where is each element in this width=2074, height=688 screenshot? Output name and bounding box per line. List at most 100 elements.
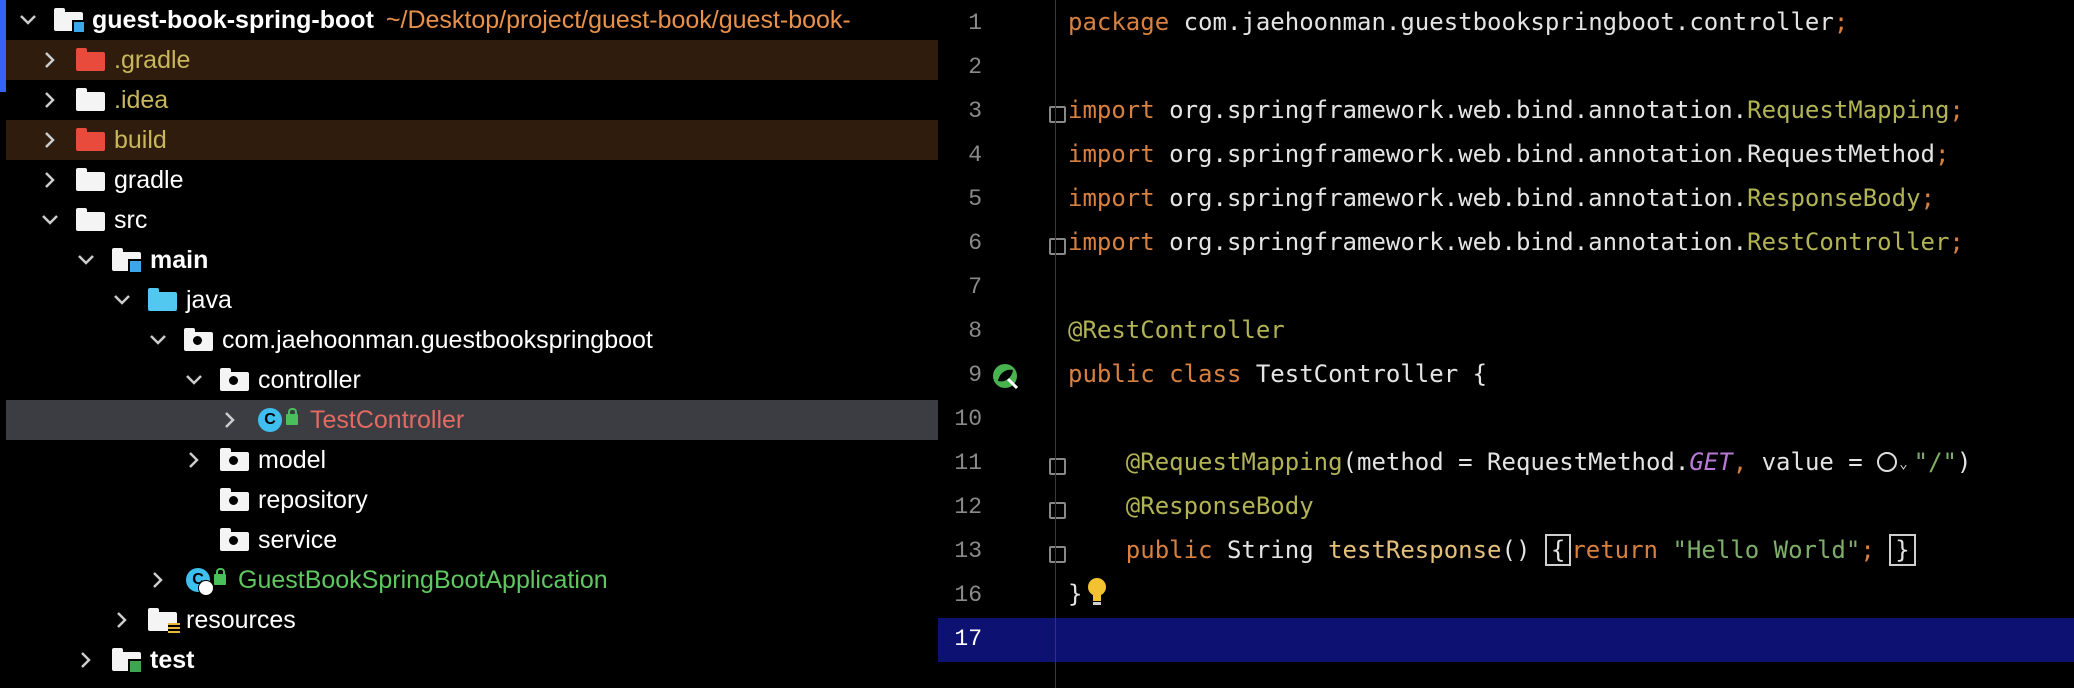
module-folder-icon (54, 8, 86, 34)
line-number: 10 (954, 406, 982, 432)
chevron-right-icon[interactable] (40, 90, 60, 110)
line-number: 3 (968, 98, 982, 124)
tree-item-src[interactable]: src (6, 200, 938, 240)
package-icon (220, 448, 250, 472)
chevron-down-icon[interactable] (40, 210, 60, 230)
code-line[interactable]: 8 @RestController (938, 310, 2074, 354)
code-line[interactable]: 4 import org.springframework.web.bind.an… (938, 134, 2074, 178)
fold-expand-icon[interactable] (1049, 546, 1066, 563)
chevron-right-icon[interactable] (40, 50, 60, 70)
import-class: RequestMethod (1747, 140, 1935, 168)
keyword: class (1169, 360, 1242, 388)
tree-item-gradle[interactable]: gradle (6, 160, 938, 200)
tree-item-service[interactable]: service (6, 520, 938, 560)
chevron-right-icon[interactable] (148, 570, 168, 590)
tree-item-root[interactable]: guest-book-spring-boot ~/Desktop/project… (6, 0, 938, 40)
chevron-right-icon[interactable] (40, 170, 60, 190)
code-line[interactable]: 11 @RequestMapping(method = RequestMetho… (938, 442, 2074, 486)
tree-item-java[interactable]: java (6, 280, 938, 320)
tree-item-root-package[interactable]: com.jaehoonman.guestbookspringboot (6, 320, 938, 360)
import-path: org.springframework.web.bind.annotation. (1169, 184, 1748, 212)
code-line[interactable]: 5 import org.springframework.web.bind.an… (938, 178, 2074, 222)
project-path: ~/Desktop/project/guest-book/guest-book- (385, 5, 851, 34)
fold-toggle-icon[interactable] (1049, 238, 1066, 255)
keyword: package (1068, 8, 1170, 36)
tree-item-main[interactable]: main (6, 240, 938, 280)
code-line[interactable]: 16 } (938, 574, 2074, 618)
chevron-down-icon[interactable]: ⌄ (1899, 456, 1907, 472)
spring-bean-gutter-icon[interactable] (990, 361, 1020, 391)
tree-item-idea[interactable]: .idea (6, 80, 938, 120)
chevron-right-icon[interactable] (76, 650, 96, 670)
code-line[interactable]: 3 import org.springframework.web.bind.an… (938, 90, 2074, 134)
chevron-down-icon[interactable] (18, 10, 38, 30)
chevron-down-icon[interactable] (184, 370, 204, 390)
chevron-right-icon[interactable] (220, 410, 240, 430)
tree-item-resources[interactable]: resources (6, 600, 938, 640)
globe-icon[interactable] (1877, 452, 1898, 472)
import-class: RestController (1747, 228, 1950, 256)
folded-brace[interactable]: } (1889, 534, 1916, 566)
spring-boot-class-icon: C (184, 568, 230, 596)
code-line[interactable]: 12 @ResponseBody (938, 486, 2074, 530)
resources-folder-icon (148, 608, 180, 635)
code-editor[interactable]: 1 package com.jaehoonman.guestbookspring… (938, 0, 2074, 688)
semicolon: ; (1920, 184, 1935, 212)
chevron-right-icon[interactable] (184, 450, 204, 470)
gutter-divider (1055, 0, 1056, 688)
folder-icon (76, 208, 106, 232)
keyword: import (1068, 228, 1155, 256)
import-class: ResponseBody (1747, 184, 1921, 212)
folder-excluded-icon (76, 48, 106, 72)
code-line[interactable]: 7 (938, 266, 2074, 310)
tree-item-label: .idea (114, 85, 169, 114)
folded-brace[interactable]: { (1544, 534, 1572, 566)
tree-item-application[interactable]: C GuestBookSpringBootApplication (6, 560, 938, 600)
keyword: import (1068, 184, 1155, 212)
tree-item-gradle-cache[interactable]: .gradle (6, 40, 938, 80)
line-number: 12 (954, 494, 982, 520)
comma: , (1732, 448, 1748, 476)
tree-item-label: build (114, 125, 167, 154)
parens: () (1501, 536, 1531, 564)
chevron-down-icon[interactable] (112, 290, 132, 310)
current-line[interactable]: 17 (938, 618, 2074, 662)
fold-toggle-icon[interactable] (1049, 106, 1066, 123)
tree-item-label: model (258, 445, 327, 474)
annotation: @RestController (1068, 316, 1285, 344)
line-number: 6 (968, 230, 982, 256)
lightbulb-icon[interactable] (1086, 577, 1108, 607)
annotation-args: (method = RequestMethod. (1342, 448, 1690, 476)
fold-toggle-icon[interactable] (1049, 458, 1066, 475)
chevron-down-icon[interactable] (148, 330, 168, 350)
tree-item-label: guest-book-spring-boot (92, 5, 374, 34)
tree-item-model[interactable]: model (6, 440, 938, 480)
tree-item-build[interactable]: build (6, 120, 938, 160)
lock-icon (214, 568, 226, 585)
tree-item-label: test (150, 645, 195, 674)
tree-item-label: .gradle (114, 45, 191, 74)
code-line[interactable]: 2 (938, 46, 2074, 90)
type-name: String (1226, 536, 1314, 564)
code-line[interactable]: 9 public class TestController { (938, 354, 2074, 398)
tree-item-label: TestController (310, 405, 465, 434)
chevron-right-icon[interactable] (40, 130, 60, 150)
project-tree-panel[interactable]: guest-book-spring-boot ~/Desktop/project… (0, 0, 938, 688)
tree-item-testcontroller[interactable]: C TestController (6, 400, 938, 440)
tree-item-repository[interactable]: repository (6, 480, 938, 520)
method-name: testResponse (1328, 536, 1502, 564)
url-string: "/" (1913, 448, 1957, 476)
fold-toggle-icon[interactable] (1049, 502, 1066, 519)
chevron-down-icon[interactable] (76, 250, 96, 270)
chevron-right-icon[interactable] (112, 610, 132, 630)
code-line[interactable]: 6 import org.springframework.web.bind.an… (938, 222, 2074, 266)
line-number: 7 (968, 274, 982, 300)
code-line[interactable]: 13 public String testResponse() {return … (938, 530, 2074, 574)
source-folder-icon (112, 248, 143, 274)
line-number: 11 (954, 450, 982, 476)
enum-constant: GET (1689, 448, 1733, 476)
tree-item-test[interactable]: test (6, 640, 938, 680)
code-line[interactable]: 1 package com.jaehoonman.guestbookspring… (938, 2, 2074, 46)
tree-item-controller[interactable]: controller (6, 360, 938, 400)
code-line[interactable]: 10 (938, 398, 2074, 442)
